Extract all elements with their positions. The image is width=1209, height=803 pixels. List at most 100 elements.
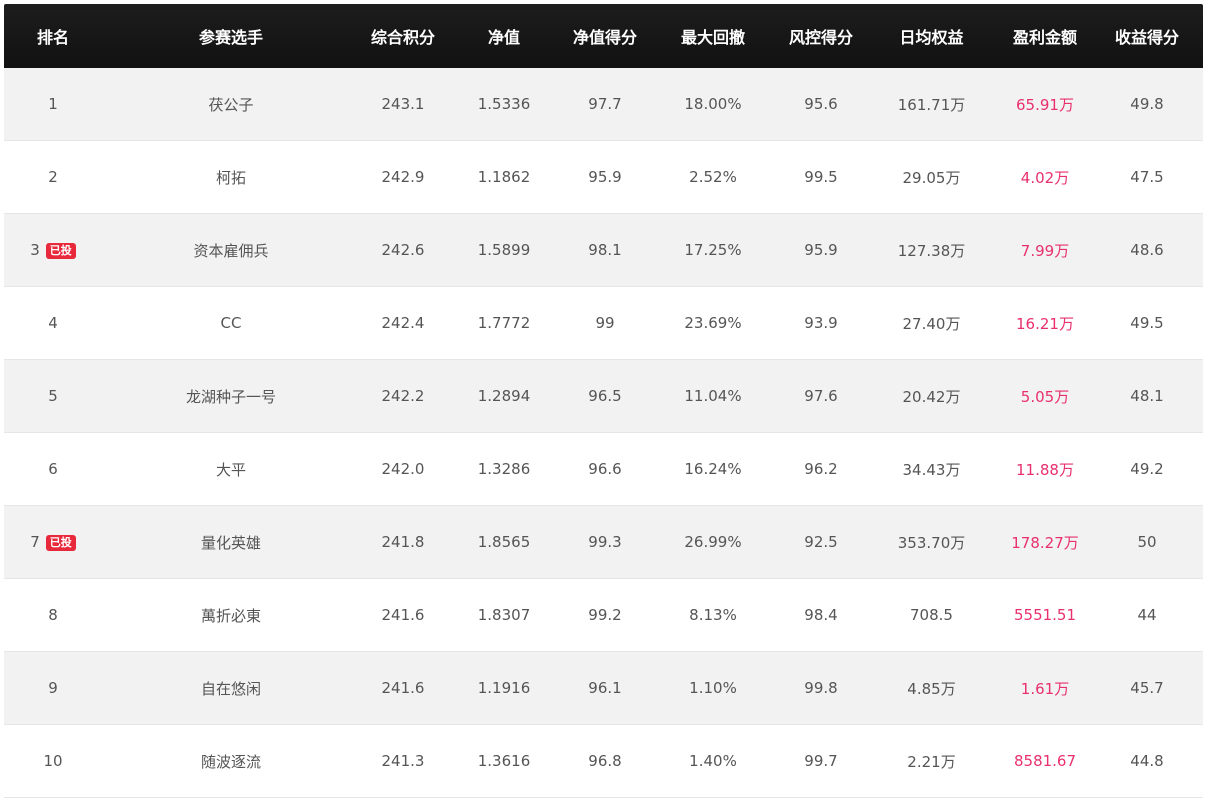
total-score: 243.1 (381, 95, 425, 113)
nav-score: 96.8 (588, 752, 622, 770)
profit-amount: 11.88万 (1016, 460, 1074, 479)
rank-number: 1 (48, 95, 58, 113)
header-daily-equity[interactable]: 日均权益 (864, 24, 999, 48)
rank-number: 9 (48, 679, 58, 697)
player-name: 量化英雄 (200, 533, 261, 552)
header-total-score[interactable]: 综合积分 (360, 24, 446, 48)
total-score: 241.8 (381, 533, 425, 551)
risk-score: 93.9 (804, 314, 838, 332)
header-nav-score[interactable]: 净值得分 (562, 24, 648, 48)
profit-amount: 8581.67 (1013, 752, 1077, 770)
max-drawdown: 18.00% (684, 95, 742, 113)
max-drawdown: 23.69% (684, 314, 742, 332)
nav-value: 1.1862 (477, 168, 531, 186)
nav-value: 1.5336 (477, 95, 531, 113)
table-row[interactable]: 9 自在悠闲 241.6 1.1916 96.1 1.10% 99.8 4.85万 1.61万 4… (4, 652, 1203, 725)
player-name: 茯公子 (208, 95, 254, 114)
max-drawdown: 17.25% (684, 241, 742, 259)
profit-amount: 178.27万 (1011, 533, 1079, 552)
total-score: 241.6 (381, 679, 425, 697)
rank-number: 2 (48, 168, 58, 186)
nav-score: 99 (595, 314, 615, 332)
table-row[interactable]: 1 茯公子 243.1 1.5336 97.7 18.00% 95.6 161.71万 65.9… (4, 68, 1203, 141)
rank-number: 3 (30, 241, 40, 259)
return-score: 50 (1137, 533, 1157, 551)
table-row[interactable]: 4 CC 242.4 1.7772 99 23.69% 93.9 27.40万 16.21万 49… (4, 287, 1203, 360)
risk-score: 95.9 (804, 241, 838, 259)
table-row[interactable]: 6 大平 242.0 1.3286 96.6 16.24% 96.2 34.43万 11.88万… (4, 433, 1203, 506)
nav-score: 97.7 (588, 95, 622, 113)
daily-equity: 708.5 (910, 606, 953, 624)
nav-score: 95.9 (588, 168, 622, 186)
max-drawdown: 1.10% (689, 679, 737, 697)
max-drawdown: 26.99% (684, 533, 742, 551)
table-row[interactable]: 2 柯拓 242.9 1.1862 95.9 2.52% 99.5 29.05万 4.02万 47… (4, 141, 1203, 214)
return-score: 47.5 (1130, 168, 1164, 186)
rank-cell: 5 (4, 387, 102, 405)
nav-score: 99.3 (588, 533, 622, 551)
return-score: 49.5 (1130, 314, 1164, 332)
daily-equity: 20.42万 (902, 387, 961, 406)
rank-cell: 9 (4, 679, 102, 697)
daily-equity: 27.40万 (902, 314, 961, 333)
return-score: 44 (1137, 606, 1157, 624)
total-score: 242.2 (381, 387, 425, 405)
table-row[interactable]: 10 随波逐流 241.3 1.3616 96.8 1.40% 99.7 2.21万 8581.… (4, 725, 1203, 798)
max-drawdown: 1.40% (689, 752, 737, 770)
header-rank[interactable]: 排名 (4, 24, 102, 48)
daily-equity: 127.38万 (897, 241, 966, 260)
header-profit[interactable]: 盈利金额 (999, 24, 1091, 48)
table-row[interactable]: 5 龙湖种子一号 242.2 1.2894 96.5 11.04% 97.6 20.42万 5.… (4, 360, 1203, 433)
table-row[interactable]: 7 已投 量化英雄 241.8 1.8565 99.3 26.99% 92.5 353.70万 1… (4, 506, 1203, 579)
daily-equity: 34.43万 (902, 460, 961, 479)
header-player[interactable]: 参赛选手 (102, 24, 360, 48)
profit-amount: 1.61万 (1020, 679, 1070, 698)
player-name: CC (220, 314, 242, 332)
rank-cell: 6 (4, 460, 102, 478)
player-name: 随波逐流 (200, 752, 261, 771)
nav-score: 96.6 (588, 460, 622, 478)
risk-score: 99.8 (804, 679, 838, 697)
total-score: 242.6 (381, 241, 425, 259)
rank-cell: 7 已投 (4, 533, 102, 551)
table-row[interactable]: 8 萬折必東 241.6 1.8307 99.2 8.13% 98.4 708.5 5551.5… (4, 579, 1203, 652)
return-score: 49.2 (1130, 460, 1164, 478)
risk-score: 97.6 (804, 387, 838, 405)
total-score: 241.3 (381, 752, 425, 770)
daily-equity: 4.85万 (907, 679, 956, 698)
nav-score: 98.1 (588, 241, 622, 259)
nav-value: 1.5899 (477, 241, 531, 259)
header-risk-score[interactable]: 风控得分 (778, 24, 864, 48)
table-row[interactable]: 3 已投 资本雇佣兵 242.6 1.5899 98.1 17.25% 95.9 127.38万… (4, 214, 1203, 287)
risk-score: 96.2 (804, 460, 838, 478)
risk-score: 95.6 (804, 95, 838, 113)
rank-number: 4 (48, 314, 58, 332)
nav-value: 1.1916 (477, 679, 531, 697)
nav-value: 1.8307 (477, 606, 531, 624)
rank-cell: 8 (4, 606, 102, 624)
rank-number: 8 (48, 606, 58, 624)
nav-value: 1.2894 (477, 387, 531, 405)
invested-badge: 已投 (45, 535, 76, 551)
rank-cell: 2 (4, 168, 102, 186)
header-return-score[interactable]: 收益得分 (1091, 24, 1203, 48)
return-score: 45.7 (1130, 679, 1164, 697)
table-header: 排名 参赛选手 综合积分 净值 净值得分 最大回撤 风控得分 日均权益 盈利金额… (4, 4, 1203, 68)
ranking-table: 排名 参赛选手 综合积分 净值 净值得分 最大回撤 风控得分 日均权益 盈利金额… (4, 4, 1203, 798)
profit-amount: 4.02万 (1020, 168, 1070, 187)
total-score: 242.9 (381, 168, 425, 186)
rank-number: 7 (30, 533, 40, 551)
header-nav[interactable]: 净值 (446, 24, 562, 48)
return-score: 48.6 (1130, 241, 1164, 259)
max-drawdown: 8.13% (689, 606, 737, 624)
daily-equity: 2.21万 (907, 752, 956, 771)
player-name: 萬折必東 (200, 606, 261, 625)
return-score: 48.1 (1130, 387, 1164, 405)
daily-equity: 29.05万 (902, 168, 961, 187)
profit-amount: 65.91万 (1016, 95, 1074, 114)
header-max-drawdown[interactable]: 最大回撤 (648, 24, 778, 48)
nav-score: 99.2 (588, 606, 622, 624)
nav-value: 1.7772 (477, 314, 531, 332)
nav-value: 1.3286 (477, 460, 531, 478)
table-body: 1 茯公子 243.1 1.5336 97.7 18.00% 95.6 161.71万 65.9… (4, 68, 1203, 798)
